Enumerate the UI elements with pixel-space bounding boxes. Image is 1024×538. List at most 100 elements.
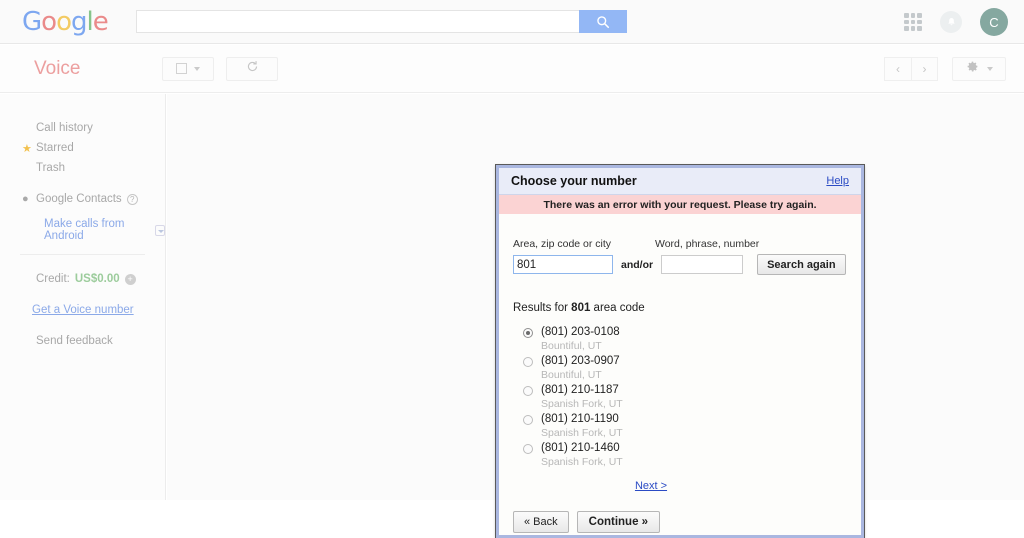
list-item[interactable]: (801) 210-1460 Spanish Fork, UT (513, 441, 847, 469)
back-button[interactable]: « Back (513, 511, 569, 533)
sidebar-label-google-contacts: Google Contacts (36, 193, 122, 205)
list-item[interactable]: (801) 210-1187 Spanish Fork, UT (513, 383, 847, 411)
logo-letter-g: g (71, 6, 87, 37)
sidebar-item-call-history[interactable]: Call history (0, 118, 165, 138)
pagination: ‹ › (884, 57, 938, 81)
credit-value: US$0.00 (74, 273, 120, 285)
result-text: (801) 210-1190 Spanish Fork, UT (541, 412, 623, 440)
get-voice-number-link[interactable]: Get a Voice number (0, 300, 165, 320)
google-top-bar: Google C (0, 0, 1024, 44)
radio-button[interactable] (523, 415, 533, 425)
radio-button[interactable] (523, 328, 533, 338)
word-input[interactable] (661, 255, 744, 274)
logo-letter-G: G (22, 6, 42, 37)
next-page-button[interactable]: › (911, 57, 938, 81)
logo-letter-e: e (92, 6, 109, 37)
sidebar-item-google-contacts[interactable]: ● Google Contacts ? (0, 189, 165, 209)
result-text: (801) 203-0108 Bountiful, UT (541, 325, 620, 353)
result-city: Spanish Fork, UT (541, 398, 623, 410)
label-word: Word, phrase, number (655, 238, 760, 250)
sidebar-label-make-calls-android: Make calls from Android (44, 218, 125, 242)
prev-page-button[interactable]: ‹ (884, 57, 911, 81)
area-input-value: 801 (517, 258, 537, 271)
search-again-button[interactable]: Search again (757, 254, 846, 275)
search-input[interactable] (136, 10, 579, 33)
dialog-footer: « Back Continue » (513, 511, 847, 533)
help-circle-icon[interactable]: ? (126, 193, 138, 205)
result-number: (801) 210-1187 (541, 384, 619, 396)
get-voice-number-label: Get a Voice number (32, 304, 134, 316)
result-city: Spanish Fork, UT (541, 427, 623, 439)
result-number: (801) 203-0108 (541, 326, 620, 338)
next-results-link[interactable]: Next > (635, 480, 667, 492)
area-input[interactable]: 801 (513, 255, 613, 274)
list-item[interactable]: (801) 203-0907 Bountiful, UT (513, 354, 847, 382)
result-text: (801) 203-0907 Bountiful, UT (541, 354, 620, 382)
sidebar-divider (20, 254, 145, 255)
chevron-down-icon (986, 67, 993, 71)
credit-row: Credit: US$0.00 + (0, 269, 165, 289)
result-text: (801) 210-1187 Spanish Fork, UT (541, 383, 623, 411)
google-logo[interactable]: Google (22, 9, 110, 35)
dialog-body: Area, zip code or city Word, phrase, num… (499, 214, 861, 533)
sidebar-label-trash: Trash (36, 162, 65, 174)
refresh-button[interactable] (226, 56, 278, 81)
radio-button[interactable] (523, 357, 533, 367)
continue-button[interactable]: Continue » (576, 511, 661, 533)
dialog-title: Choose your number (511, 174, 637, 188)
bell-icon[interactable] (940, 11, 962, 33)
results-list: (801) 203-0108 Bountiful, UT (801) 203-0… (513, 325, 847, 469)
voice-toolbar: Voice (0, 45, 1024, 93)
error-banner: There was an error with your request. Pl… (499, 195, 861, 214)
top-bar-actions: C (904, 0, 1008, 44)
send-feedback-label: Send feedback (36, 335, 113, 347)
apps-grid-icon[interactable] (904, 13, 922, 31)
settings-button[interactable] (952, 57, 1006, 81)
logo-letter-o2: o (56, 6, 72, 37)
sidebar-label-call-history: Call history (36, 122, 93, 134)
sidebar-label-starred: Starred (36, 142, 74, 154)
voice-toolbar-right: ‹ › (884, 45, 1006, 93)
dialog-help-link[interactable]: Help (826, 175, 849, 187)
label-area: Area, zip code or city (513, 238, 612, 250)
list-item[interactable]: (801) 210-1190 Spanish Fork, UT (513, 412, 847, 440)
result-city: Spanish Fork, UT (541, 456, 623, 468)
logo-letter-o1: o (41, 6, 57, 37)
plus-circle-icon[interactable]: + (124, 273, 136, 285)
result-number: (801) 210-1190 (541, 413, 619, 425)
list-item[interactable]: (801) 203-0108 Bountiful, UT (513, 325, 847, 353)
dialog-header: Choose your number Help (499, 168, 861, 195)
star-icon: ★ (22, 142, 32, 155)
main-content: Choose your number Help There was an err… (167, 94, 1024, 538)
sidebar-item-make-calls-android[interactable]: Make calls from Android (0, 218, 165, 242)
radio-button[interactable] (523, 386, 533, 396)
search-icon (596, 15, 610, 29)
chevron-down-icon (194, 66, 200, 71)
field-labels: Area, zip code or city Word, phrase, num… (513, 238, 847, 250)
results-heading: Results for 801 area code (513, 302, 847, 314)
next-page-link-wrap: Next > (513, 480, 789, 492)
avatar[interactable]: C (980, 8, 1008, 36)
person-icon: ● (22, 193, 29, 205)
andor-label: and/or (621, 258, 654, 271)
global-search (136, 10, 627, 33)
send-feedback-link[interactable]: Send feedback (0, 331, 165, 351)
refresh-icon (246, 60, 259, 78)
sidebar: Call history ★ Starred Trash ● Google Co… (0, 94, 166, 500)
results-prefix: Results for (513, 302, 572, 314)
select-all-dropdown[interactable] (162, 56, 214, 81)
results-suffix: area code (590, 302, 645, 314)
result-number: (801) 203-0907 (541, 355, 620, 367)
results-area-code: 801 (571, 302, 591, 314)
sidebar-item-starred[interactable]: ★ Starred (0, 138, 165, 158)
gear-icon (966, 60, 979, 78)
result-number: (801) 210-1460 (541, 442, 620, 454)
sidebar-item-trash[interactable]: Trash (0, 158, 165, 178)
radio-button[interactable] (523, 444, 533, 454)
result-city: Bountiful, UT (541, 340, 602, 352)
search-button[interactable] (579, 10, 627, 33)
chevron-down-icon[interactable] (155, 224, 165, 236)
